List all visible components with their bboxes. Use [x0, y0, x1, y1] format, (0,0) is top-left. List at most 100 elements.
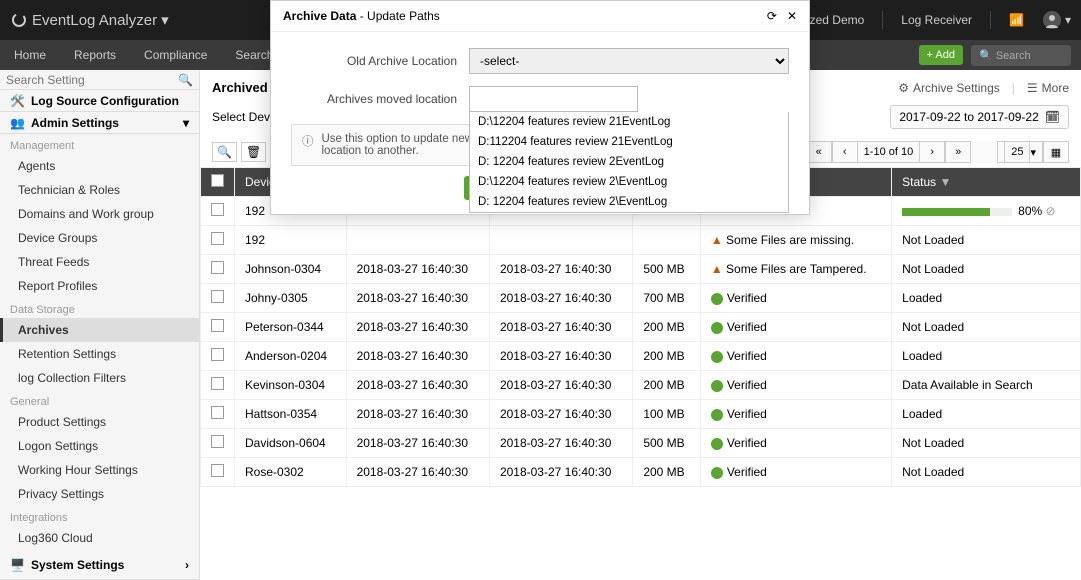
cell-integrity: Verified [700, 400, 891, 429]
sidebar-search-input[interactable] [6, 73, 178, 87]
add-button[interactable]: + Add [919, 45, 963, 65]
sidebar-item-logon[interactable]: Logon Settings [0, 434, 199, 458]
group-integrations: Integrations [0, 506, 199, 526]
row-checkbox[interactable] [211, 261, 224, 274]
info-icon: ⓘ [302, 133, 314, 157]
antenna-icon[interactable]: 📶 [1009, 13, 1024, 27]
select-all-checkbox[interactable] [211, 174, 224, 187]
row-checkbox[interactable] [211, 290, 224, 303]
brand-caret-icon[interactable]: ▾ [161, 11, 169, 29]
log-source-config-button[interactable]: 🛠️ Log Source Configuration [0, 90, 199, 112]
cancel-load-icon[interactable]: ⊘ [1046, 204, 1056, 218]
row-checkbox[interactable] [211, 377, 224, 390]
admin-settings-button[interactable]: 👥 Admin Settings ▾ [0, 112, 199, 134]
archives-moved-location-input[interactable] [469, 86, 638, 112]
tab-compliance[interactable]: Compliance [130, 40, 221, 70]
tab-home[interactable]: Home [0, 40, 60, 70]
chevron-right-icon: › [185, 558, 189, 572]
dropdown-option[interactable]: D:\12204 features review 21EventLog [470, 112, 788, 132]
table-row[interactable]: Hattson-03542018-03-27 16:40:302018-03-2… [201, 400, 1081, 429]
row-checkbox[interactable] [211, 348, 224, 361]
search-icon[interactable]: 🔍 [178, 73, 193, 87]
user-menu[interactable]: ▾ [1042, 10, 1071, 30]
cell-to: 2018-03-27 16:40:30 [489, 400, 632, 429]
warning-icon: ▲ [711, 233, 723, 247]
sidebar-item-archives[interactable]: Archives [0, 318, 199, 342]
close-icon[interactable]: ✕ [787, 9, 797, 23]
pager-last[interactable]: » [945, 141, 971, 163]
global-search[interactable]: 🔍 Search [971, 45, 1071, 66]
filter-icon[interactable]: ▼ [940, 175, 952, 189]
cell-from: 2018-03-27 16:40:30 [346, 458, 489, 487]
old-archive-location-label: Old Archive Location [291, 54, 469, 68]
sidebar-item-domains[interactable]: Domains and Work group [0, 202, 199, 226]
row-checkbox[interactable] [211, 203, 224, 216]
gear-icon: ⚙ [898, 81, 909, 95]
table-row[interactable]: Anderson-02042018-03-27 16:40:302018-03-… [201, 342, 1081, 371]
cell-integrity: Verified [700, 371, 891, 400]
columns-icon[interactable]: ▦ [1043, 141, 1069, 163]
sidebar-item-log360[interactable]: Log360 Cloud [0, 526, 199, 550]
table-row[interactable]: Kevinson-03042018-03-27 16:40:302018-03-… [201, 371, 1081, 400]
col-status[interactable]: Status [902, 175, 936, 189]
sidebar-item-retention[interactable]: Retention Settings [0, 342, 199, 366]
sidebar-search: 🔍 [0, 70, 199, 90]
cell-status: Data Available in Search [892, 371, 1081, 400]
sidebar-item-working-hour[interactable]: Working Hour Settings [0, 458, 199, 482]
group-data-storage: Data Storage [0, 298, 199, 318]
row-checkbox[interactable] [211, 319, 224, 332]
system-settings-button[interactable]: 🖥️ System Settings › [0, 550, 199, 580]
more-menu[interactable]: ☰More [1027, 81, 1069, 95]
dropdown-option[interactable]: D: 12204 features review 2EventLog [470, 152, 788, 172]
cell-device: Peterson-0344 [235, 313, 347, 342]
page-size-select[interactable]: 25 ▾ [997, 141, 1043, 163]
cell-device: Anderson-0204 [235, 342, 347, 371]
row-checkbox[interactable] [211, 232, 224, 245]
sidebar-item-log-filters[interactable]: log Collection Filters [0, 366, 199, 390]
location-dropdown-list: D:\12204 features review 21EventLogD:112… [469, 112, 789, 213]
refresh-icon[interactable]: ⟳ [767, 9, 777, 23]
sidebar-item-report-profiles[interactable]: Report Profiles [0, 274, 199, 298]
sidebar-item-device-groups[interactable]: Device Groups [0, 226, 199, 250]
sidebar-item-technician[interactable]: Technician & Roles [0, 178, 199, 202]
delete-icon[interactable]: 🗑 [241, 142, 266, 162]
cell-size: 700 MB [633, 284, 701, 313]
archive-settings-link[interactable]: ⚙ Archive Settings [898, 81, 999, 95]
old-archive-location-select[interactable]: -select- [469, 48, 789, 74]
warning-icon: ▲ [711, 262, 723, 276]
cell-size: 200 MB [633, 342, 701, 371]
log-receiver-link[interactable]: Log Receiver [901, 13, 972, 27]
check-icon [711, 322, 723, 334]
tab-reports[interactable]: Reports [60, 40, 130, 70]
date-range-picker[interactable]: 2017-09-22 to 2017-09-22 🗓 [890, 105, 1069, 129]
row-checkbox[interactable] [211, 464, 224, 477]
sidebar-item-agents[interactable]: Agents [0, 154, 199, 178]
archives-table: Device From To Size Integrity Status ▼ 1… [200, 167, 1081, 487]
sidebar: 🔍 🛠️ Log Source Configuration 👥 Admin Se… [0, 70, 200, 580]
table-row[interactable]: Johnson-03042018-03-27 16:40:302018-03-2… [201, 255, 1081, 284]
sidebar-item-privacy[interactable]: Privacy Settings [0, 482, 199, 506]
table-row[interactable]: Peterson-03442018-03-27 16:40:302018-03-… [201, 313, 1081, 342]
table-row[interactable]: Davidson-06042018-03-27 16:40:302018-03-… [201, 429, 1081, 458]
cell-from: 2018-03-27 16:40:30 [346, 313, 489, 342]
filter-toggle-icon[interactable]: 🔍 [212, 142, 237, 162]
sidebar-item-product[interactable]: Product Settings [0, 410, 199, 434]
group-management: Management [0, 134, 199, 154]
row-checkbox[interactable] [211, 406, 224, 419]
cell-to: 2018-03-27 16:40:30 [489, 255, 632, 284]
dropdown-option[interactable]: D:112204 features review 21EventLog [470, 132, 788, 152]
archives-moved-location-label: Archives moved location [291, 92, 469, 106]
date-range-text: 2017-09-22 to 2017-09-22 [899, 110, 1038, 124]
logo-icon [10, 11, 28, 29]
table-row[interactable]: Johny-03052018-03-27 16:40:302018-03-27 … [201, 284, 1081, 313]
table-row[interactable]: Rose-03022018-03-27 16:40:302018-03-27 1… [201, 458, 1081, 487]
dropdown-option[interactable]: D:\12204 features review 2\EventLog [470, 172, 788, 192]
archive-settings-label: Archive Settings [913, 81, 1000, 95]
row-checkbox[interactable] [211, 435, 224, 448]
pager-prev[interactable]: ‹ [832, 141, 858, 163]
pager-next[interactable]: › [919, 141, 945, 163]
table-row[interactable]: 192▲ Some Files are missing.Not Loaded [201, 226, 1081, 255]
sidebar-item-threat[interactable]: Threat Feeds [0, 250, 199, 274]
dropdown-option[interactable]: D: 12204 features review 2\EventLog [470, 192, 788, 212]
cell-to: 2018-03-27 16:40:30 [489, 458, 632, 487]
